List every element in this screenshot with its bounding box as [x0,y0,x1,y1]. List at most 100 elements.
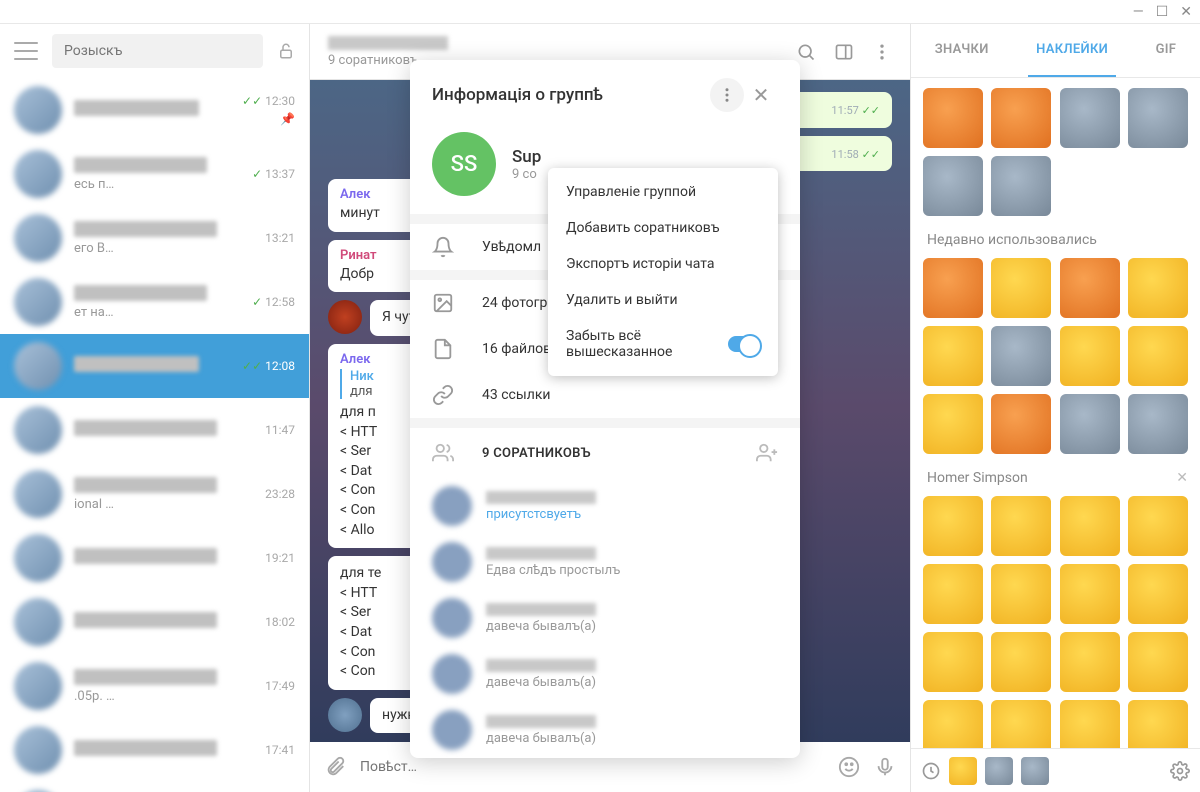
member-status: давеча бывалъ(а) [486,675,596,690]
sticker-item[interactable] [923,564,983,624]
recent-icon[interactable] [921,761,941,781]
member-row[interactable]: давеча бывалъ(а) [410,590,800,646]
sticker-item[interactable] [1060,496,1120,556]
sticker-item[interactable] [1128,88,1188,148]
search-icon[interactable] [796,42,816,62]
sticker-item[interactable] [923,496,983,556]
sticker-item[interactable] [923,326,983,386]
links-row[interactable]: 43 ссылки [410,372,800,418]
member-status: присутстсвуетъ [486,507,596,522]
dropdown-clear-history[interactable]: Забыть всё вышесказанное [548,318,778,370]
sticker-item[interactable] [923,156,983,216]
avatar[interactable] [328,300,362,334]
tab-gif[interactable]: GIF [1148,24,1185,77]
sticker-item[interactable] [1060,700,1120,748]
sticker-item[interactable] [923,394,983,454]
sticker-item[interactable] [1060,564,1120,624]
sticker-item[interactable] [1060,88,1120,148]
sticker-item[interactable] [1128,394,1188,454]
sticker-item[interactable] [991,258,1051,318]
tab-stickers[interactable]: НАКЛЕЙКИ [1028,24,1116,77]
chat-name [74,221,217,237]
add-member-icon[interactable] [756,442,778,464]
sticker-item[interactable] [1060,394,1120,454]
sticker-item[interactable] [991,326,1051,386]
attach-icon[interactable] [324,756,346,778]
emoji-icon[interactable] [838,756,860,778]
sticker-item[interactable] [991,496,1051,556]
chat-list-item[interactable]: 18:02 [0,590,309,654]
chat-time: 19:21 [265,551,295,565]
dropdown-manage-group[interactable]: Управленіе группой [548,174,778,210]
member-row[interactable]: Едва слѣдъ простылъ [410,534,800,590]
sticker-item[interactable] [1128,700,1188,748]
sticker-item[interactable] [1060,632,1120,692]
sticker-item[interactable] [1128,258,1188,318]
link-icon [432,384,454,406]
chat-list-item[interactable]: ✓✓ 12:30 📌 [0,78,309,142]
chat-list-item[interactable]: Вт [0,782,309,792]
dropdown-add-members[interactable]: Добавить соратниковъ [548,210,778,246]
modal-close-button[interactable]: ✕ [744,78,778,112]
sticker-item[interactable] [1128,632,1188,692]
minimize-icon[interactable]: — [1133,4,1144,20]
gear-icon[interactable] [1170,761,1190,781]
member-status: давеча бывалъ(а) [486,619,596,634]
mic-icon[interactable] [874,756,896,778]
member-row[interactable]: присутстсвуетъ [410,478,800,534]
sticker-item[interactable] [1128,326,1188,386]
search-input[interactable] [52,34,263,68]
sticker-item[interactable] [991,632,1051,692]
sticker-item[interactable] [991,156,1051,216]
sticker-row-top [923,88,1188,216]
hamburger-menu-icon[interactable] [14,42,38,60]
chat-list-item[interactable]: 19:21 [0,526,309,590]
sticker-item[interactable] [923,700,983,748]
close-icon[interactable]: ✕ [1180,4,1192,20]
sticker-item[interactable] [991,700,1051,748]
tab-emoji[interactable]: ЗНАЧКИ [927,24,997,77]
chat-time: 11:47 [265,423,295,437]
lock-icon[interactable] [277,42,295,60]
avatar[interactable] [328,698,362,732]
group-avatar[interactable]: SS [432,132,496,196]
message-input[interactable] [360,759,824,775]
sticker-grid-recent [923,258,1188,454]
chat-list-item[interactable]: ет на… ✓ 12:58 [0,270,309,334]
chat-name [74,669,217,685]
sidebar-toggle-icon[interactable] [834,42,854,62]
sticker-item[interactable] [923,632,983,692]
sticker-item[interactable] [1128,496,1188,556]
avatar [14,342,62,390]
chat-list-item[interactable]: есь п… ✓ 13:37 [0,142,309,206]
chat-list-item[interactable]: ional … 23:28 [0,462,309,526]
chat-list-item[interactable]: 11:47 [0,398,309,462]
member-row[interactable]: давеча бывалъ(а) [410,702,800,758]
dropdown-export-history[interactable]: Экспортъ исторіи чата [548,246,778,282]
sticker-item[interactable] [991,88,1051,148]
chat-list-item[interactable]: ✓✓ 12:08 [0,334,309,398]
sticker-panel: ЗНАЧКИ НАКЛЕЙКИ GIF Недавно использовали… [910,24,1200,792]
chat-list-sidebar: ✓✓ 12:30 📌 есь п… ✓ 13:37 его В… 13:21 е… [0,24,310,792]
toggle-switch[interactable] [728,336,760,352]
sticker-item[interactable] [991,394,1051,454]
sticker-pack-mini[interactable] [949,757,977,785]
sticker-item[interactable] [1128,564,1188,624]
modal-more-button[interactable] [710,78,744,112]
remove-pack-icon[interactable]: ✕ [1176,470,1188,486]
sticker-item[interactable] [1060,326,1120,386]
chat-list-item[interactable]: 17:41 [0,718,309,782]
maximize-icon[interactable]: ☐ [1156,4,1169,20]
chat-list-item[interactable]: его В… 13:21 [0,206,309,270]
sticker-item[interactable] [1060,258,1120,318]
more-icon[interactable] [872,42,892,62]
chat-list-item[interactable]: .05р. … 17:49 [0,654,309,718]
sticker-item[interactable] [991,564,1051,624]
dropdown-delete-leave[interactable]: Удалить и выйти [548,282,778,318]
sticker-item[interactable] [923,88,983,148]
sticker-pack-mini[interactable] [985,757,1013,785]
member-row[interactable]: давеча бывалъ(а) [410,646,800,702]
sticker-tabs: ЗНАЧКИ НАКЛЕЙКИ GIF [911,24,1200,78]
sticker-pack-mini[interactable] [1021,757,1049,785]
sticker-item[interactable] [923,258,983,318]
